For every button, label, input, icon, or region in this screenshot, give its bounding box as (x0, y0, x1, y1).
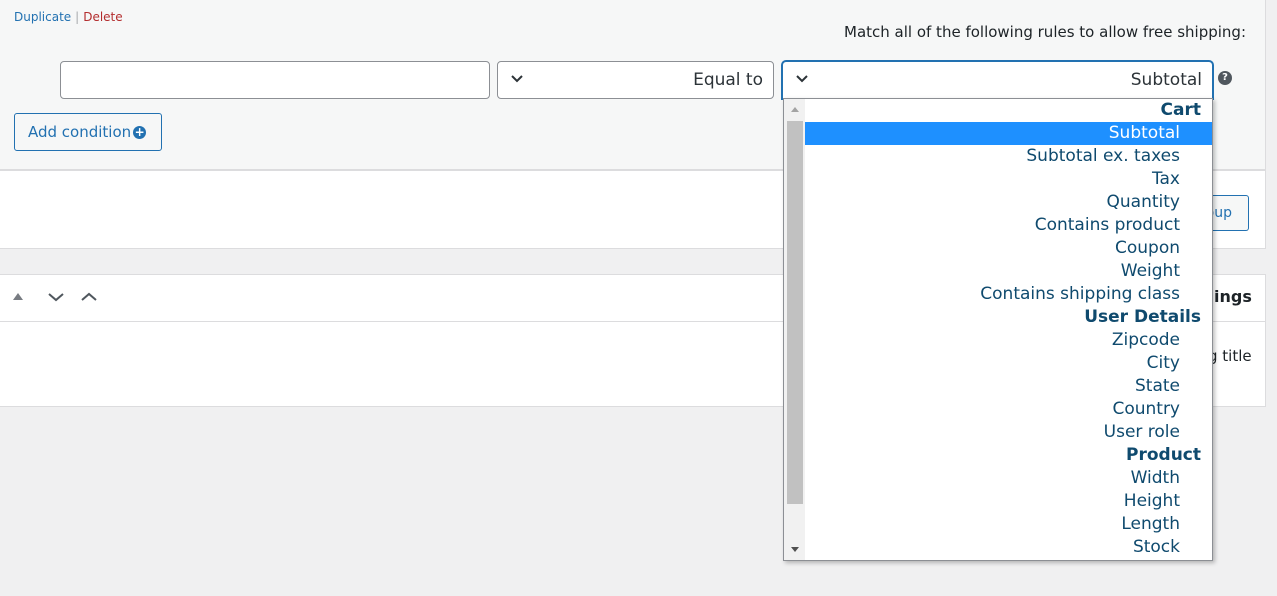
help-icon[interactable]: ? (1218, 71, 1232, 85)
dropdown-option[interactable]: Weight (805, 260, 1212, 283)
dropdown-option[interactable]: State (805, 375, 1212, 398)
match-rules-description: :Match all of the following rules to all… (844, 23, 1246, 41)
optgroup-label: Product (1126, 445, 1201, 465)
dropdown-option[interactable]: Length (805, 513, 1212, 536)
plus-circle-icon: + (133, 125, 147, 139)
title-field-label: g title (1208, 347, 1252, 365)
dropdown-option[interactable]: Quantity (805, 191, 1212, 214)
scroll-down-arrow-icon[interactable] (791, 547, 799, 552)
dropdown-option[interactable]: Subtotal ex. taxes (805, 145, 1212, 168)
dropdown-option[interactable]: Coupon (805, 237, 1212, 260)
dropdown-option[interactable]: Tax (805, 168, 1212, 191)
chevron-down-icon (511, 75, 523, 83)
move-up-small-icon[interactable] (13, 293, 23, 300)
chevron-down-icon[interactable] (47, 291, 65, 303)
dropdown-option[interactable]: Width (805, 467, 1212, 490)
optgroup-label: Cart (1160, 100, 1201, 120)
condition-type-select[interactable]: Subtotal (782, 61, 1213, 99)
add-condition-label: Add condition (28, 123, 132, 141)
condition-value-input[interactable] (60, 61, 490, 99)
dropdown-option[interactable]: Subtotal (805, 122, 1212, 145)
dropdown-option[interactable]: Height (805, 490, 1212, 513)
settings-title: ings (1214, 287, 1252, 306)
add-condition-button[interactable]: Add condition + (14, 113, 162, 151)
action-separator: | (75, 10, 80, 24)
operator-selected-value: Equal to (693, 70, 763, 90)
scroll-up-arrow-icon[interactable] (791, 107, 799, 112)
dropdown-option[interactable]: User role (805, 421, 1212, 444)
condition-dropdown-list[interactable]: Cart Subtotal Subtotal ex. taxes Tax Quantit… (783, 98, 1213, 561)
chevron-up-icon[interactable] (80, 291, 98, 303)
chevron-down-icon (796, 75, 808, 83)
dropdown-option[interactable]: Stock (805, 536, 1212, 559)
optgroup-label: User Details (1084, 307, 1201, 327)
delete-link[interactable]: Delete (83, 10, 122, 24)
dropdown-options: Cart Subtotal Subtotal ex. taxes Tax Quantit… (805, 99, 1212, 559)
duplicate-link[interactable]: Duplicate (14, 10, 71, 24)
dropdown-scrollbar[interactable] (784, 99, 805, 560)
dropdown-option[interactable]: City (805, 352, 1212, 375)
operator-select[interactable]: Equal to (497, 61, 774, 99)
dropdown-option[interactable]: Contains shipping class (805, 283, 1212, 306)
condition-selected-value: Subtotal (1130, 70, 1202, 90)
dropdown-option[interactable]: Country (805, 398, 1212, 421)
dropdown-option[interactable]: Contains product (805, 214, 1212, 237)
dropdown-option[interactable]: Zipcode (805, 329, 1212, 352)
scroll-thumb[interactable] (787, 121, 803, 504)
row-actions: Duplicate | Delete (14, 10, 123, 24)
